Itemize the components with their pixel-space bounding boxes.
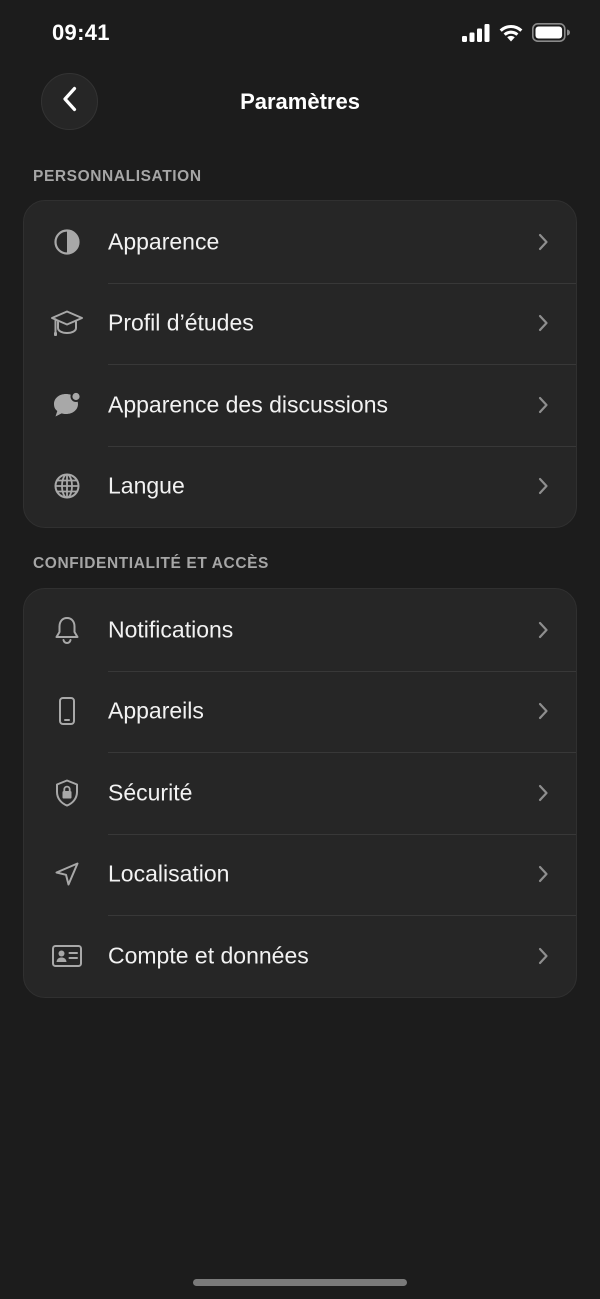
id-card-icon bbox=[50, 939, 84, 973]
home-indicator[interactable] bbox=[193, 1279, 407, 1286]
chevron-right-icon bbox=[536, 864, 550, 884]
page-title: Paramètres bbox=[240, 89, 360, 114]
chevron-right-icon bbox=[536, 313, 550, 333]
cellular-signal-icon bbox=[462, 23, 490, 42]
graduation-cap-icon bbox=[50, 306, 84, 340]
settings-item-label: Apparence des discussions bbox=[108, 391, 388, 418]
settings-screen: 09:41 Paramètres PERSONNALISATION Appare… bbox=[0, 0, 600, 1299]
settings-item-apparence-discussions[interactable]: Apparence des discussions bbox=[24, 364, 576, 446]
settings-item-label: Apparence bbox=[108, 228, 220, 255]
settings-item-label: Langue bbox=[108, 472, 185, 499]
settings-item-label: Appareils bbox=[108, 697, 204, 724]
phone-icon bbox=[50, 694, 84, 728]
settings-item-label: Compte et données bbox=[108, 942, 309, 969]
navigation-header: Paramètres bbox=[0, 72, 600, 132]
settings-item-label: Sécurité bbox=[108, 779, 193, 806]
contrast-icon bbox=[50, 225, 84, 259]
bell-icon bbox=[50, 613, 84, 647]
settings-item-notifications[interactable]: Notifications bbox=[24, 589, 576, 671]
chevron-right-icon bbox=[536, 395, 550, 415]
settings-item-appareils[interactable]: Appareils bbox=[24, 670, 576, 753]
settings-group-personnalisation: Apparence Profil d’études Apparence des … bbox=[23, 200, 577, 528]
settings-item-securite[interactable]: Sécurité bbox=[24, 752, 576, 834]
section-header-personnalisation: PERSONNALISATION bbox=[33, 168, 202, 185]
chevron-right-icon bbox=[536, 783, 550, 803]
settings-item-apparence[interactable]: Apparence bbox=[24, 201, 576, 283]
settings-item-label: Localisation bbox=[108, 860, 230, 887]
settings-item-profil-etudes[interactable]: Profil d’études bbox=[24, 282, 576, 365]
settings-group-confidentialite: Notifications Appareils Sécurité Localis… bbox=[23, 588, 577, 998]
settings-item-langue[interactable]: Langue bbox=[24, 445, 576, 528]
status-time: 09:41 bbox=[52, 20, 110, 45]
chevron-right-icon bbox=[536, 620, 550, 640]
chat-bubble-icon bbox=[50, 388, 84, 422]
settings-item-label: Profil d’études bbox=[108, 309, 254, 336]
battery-icon bbox=[532, 23, 570, 42]
globe-icon bbox=[50, 469, 84, 503]
location-arrow-icon bbox=[50, 857, 84, 891]
status-bar: 09:41 bbox=[0, 0, 600, 66]
shield-lock-icon bbox=[50, 776, 84, 810]
chevron-right-icon bbox=[536, 476, 550, 496]
wifi-icon bbox=[498, 23, 524, 42]
settings-item-localisation[interactable]: Localisation bbox=[24, 833, 576, 916]
chevron-right-icon bbox=[536, 232, 550, 252]
section-header-confidentialite: CONFIDENTIALITÉ ET ACCÈS bbox=[33, 555, 269, 572]
settings-item-compte-donnees[interactable]: Compte et données bbox=[24, 915, 576, 997]
status-icons bbox=[462, 23, 570, 42]
chevron-right-icon bbox=[536, 701, 550, 721]
chevron-right-icon bbox=[536, 946, 550, 966]
settings-item-label: Notifications bbox=[108, 616, 234, 643]
